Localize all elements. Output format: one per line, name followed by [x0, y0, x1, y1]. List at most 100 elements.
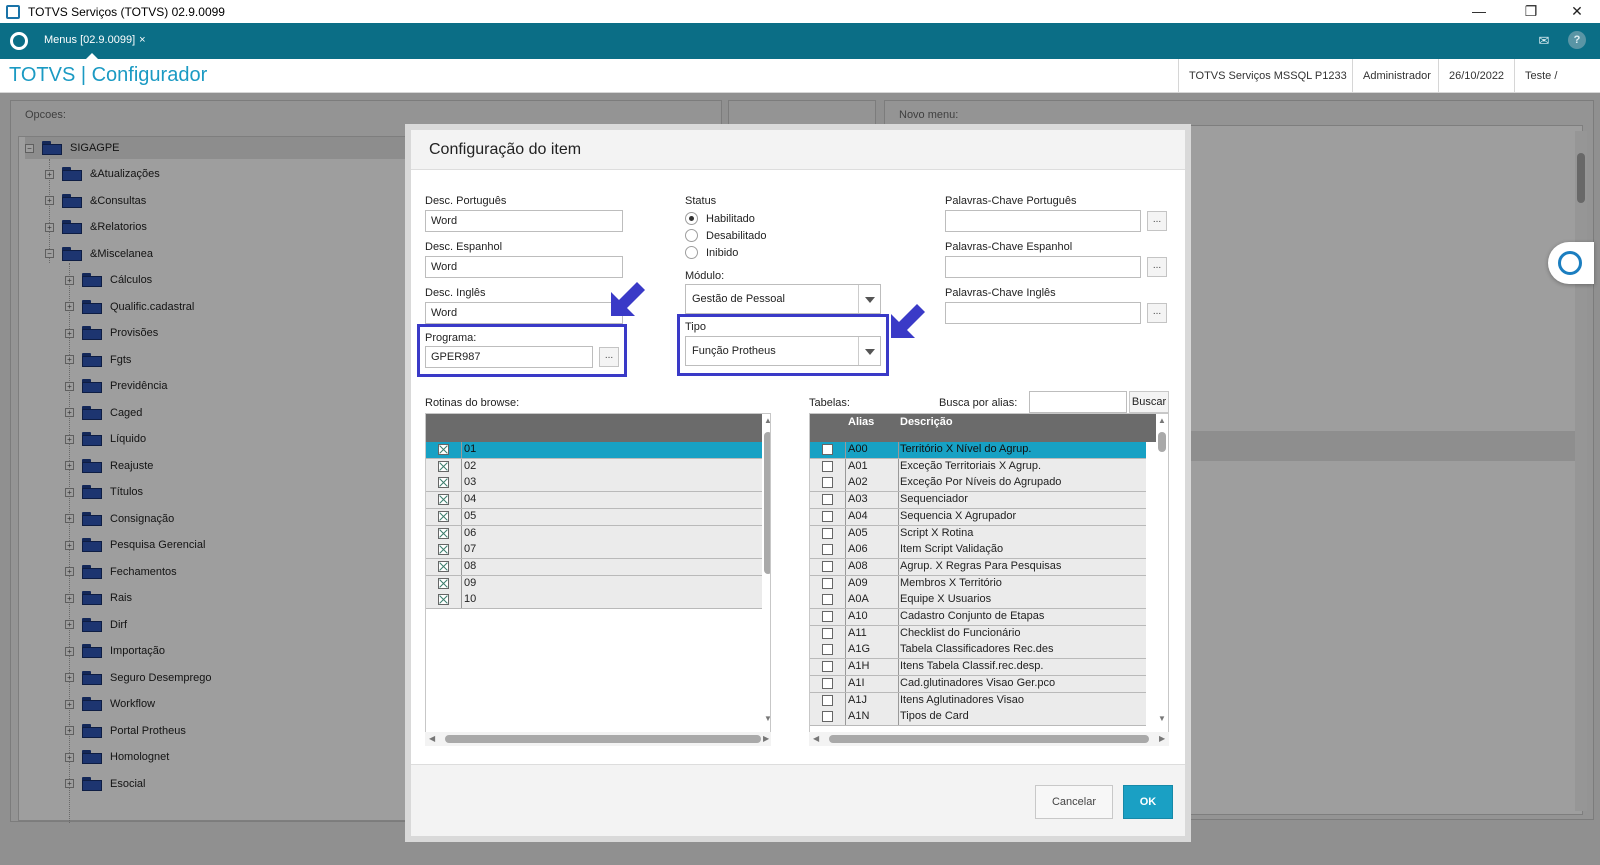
- tabela-row[interactable]: A06 Item Script Validação: [810, 542, 1146, 560]
- rotina-row[interactable]: 10: [426, 592, 762, 610]
- rotina-row[interactable]: 05: [426, 508, 762, 526]
- cancel-button[interactable]: Cancelar: [1035, 785, 1113, 819]
- kw-es-input[interactable]: [945, 256, 1141, 278]
- rotina-row[interactable]: 07: [426, 542, 762, 560]
- kw-pt-lookup-button[interactable]: ...: [1147, 211, 1167, 231]
- chevron-down-icon[interactable]: [858, 285, 880, 313]
- tabela-row[interactable]: A09 Membros X Território: [810, 575, 1146, 593]
- checkbox[interactable]: [822, 677, 833, 689]
- checkbox[interactable]: [438, 560, 449, 572]
- checkbox[interactable]: [438, 577, 449, 589]
- checkbox[interactable]: [822, 477, 833, 489]
- tabela-row[interactable]: A11 Checklist do Funcionário: [810, 625, 1146, 643]
- kw-es-lookup-button[interactable]: ...: [1147, 257, 1167, 277]
- help-icon[interactable]: ?: [1568, 31, 1586, 49]
- scroll-down-icon[interactable]: ▼: [764, 714, 770, 723]
- tabela-row[interactable]: A1G Tabela Classificadores Rec.des: [810, 642, 1146, 660]
- checkbox[interactable]: [822, 544, 833, 556]
- modulo-select[interactable]: Gestão de Pessoal: [685, 284, 881, 314]
- kw-pt-input[interactable]: [945, 210, 1141, 232]
- scrollbar-thumb[interactable]: [445, 735, 761, 743]
- checkbox[interactable]: [822, 644, 833, 656]
- checkbox[interactable]: [822, 694, 833, 706]
- checkbox[interactable]: [822, 460, 833, 472]
- busca-alias-input[interactable]: [1029, 391, 1127, 413]
- tabela-row[interactable]: A05 Script X Rotina: [810, 525, 1146, 543]
- scrollbar-thumb[interactable]: [1158, 432, 1166, 452]
- scroll-left-icon[interactable]: ◀: [813, 734, 819, 743]
- tabela-row[interactable]: A1I Cad.glutinadores Visao Ger.pco: [810, 675, 1146, 693]
- checkbox[interactable]: [822, 661, 833, 673]
- checkbox[interactable]: [438, 527, 449, 539]
- checkbox[interactable]: [438, 544, 449, 556]
- scroll-right-icon[interactable]: ▶: [1159, 734, 1165, 743]
- tabela-row[interactable]: A08 Agrup. X Regras Para Pesquisas: [810, 558, 1146, 576]
- tabelas-vscroll[interactable]: ▲ ▼: [1156, 414, 1168, 738]
- checkbox[interactable]: [822, 494, 833, 506]
- checkbox[interactable]: [822, 627, 833, 639]
- kw-en-lookup-button[interactable]: ...: [1147, 303, 1167, 323]
- scroll-right-icon[interactable]: ▶: [763, 734, 769, 743]
- desc-pt-input[interactable]: Word: [425, 210, 623, 232]
- checkbox[interactable]: [438, 594, 449, 606]
- rotina-row[interactable]: 04: [426, 492, 762, 510]
- checkbox[interactable]: [438, 494, 449, 506]
- rotinas-vscroll[interactable]: ▲ ▼: [762, 414, 770, 738]
- tabelas-hscroll[interactable]: ◀ ▶: [809, 732, 1169, 746]
- minimize-button[interactable]: —: [1456, 0, 1502, 23]
- kw-en-input[interactable]: [945, 302, 1141, 324]
- tabela-row[interactable]: A1H Itens Tabela Classif.rec.desp.: [810, 659, 1146, 677]
- checkbox[interactable]: [822, 510, 833, 522]
- tabela-row[interactable]: A04 Sequencia X Agrupador: [810, 508, 1146, 526]
- tabela-row[interactable]: A10 Cadastro Conjunto de Etapas: [810, 609, 1146, 626]
- checkbox[interactable]: [438, 510, 449, 522]
- status-radio-desabilitado[interactable]: Desabilitado: [685, 229, 767, 242]
- checkbox[interactable]: [822, 711, 833, 723]
- status-radio-inibido[interactable]: Inibido: [685, 246, 738, 259]
- alias-column-header[interactable]: Alias: [848, 416, 874, 428]
- tabela-row[interactable]: A03 Sequenciador: [810, 492, 1146, 510]
- scrollbar-thumb[interactable]: [764, 432, 770, 574]
- rotinas-grid[interactable]: 01 02 03 04 05 06 07 08 09 10 ▲ ▼: [425, 413, 771, 739]
- buscar-button[interactable]: Buscar: [1129, 391, 1169, 413]
- close-window-button[interactable]: ✕: [1554, 0, 1600, 23]
- scroll-down-icon[interactable]: ▼: [1158, 714, 1166, 723]
- checkbox[interactable]: [822, 527, 833, 539]
- checkbox[interactable]: [438, 460, 449, 472]
- tabela-row[interactable]: A1N Tipos de Card: [810, 709, 1146, 727]
- checkbox[interactable]: [822, 594, 833, 606]
- scrollbar-thumb[interactable]: [829, 735, 1149, 743]
- ok-button[interactable]: OK: [1123, 785, 1173, 819]
- maximize-button[interactable]: ❐: [1508, 0, 1554, 23]
- checkbox[interactable]: [822, 560, 833, 572]
- rotina-row[interactable]: 06: [426, 525, 762, 543]
- rotinas-hscroll[interactable]: ◀ ▶: [425, 732, 771, 746]
- tabelas-grid[interactable]: Alias Descrição A00 Território X Nível do…: [809, 413, 1169, 739]
- envelope-icon[interactable]: ✉: [1534, 31, 1554, 51]
- checkbox[interactable]: [438, 477, 449, 489]
- tab-close-icon[interactable]: ×: [139, 34, 145, 46]
- checkbox[interactable]: [438, 444, 449, 455]
- rotina-row[interactable]: 09: [426, 575, 762, 593]
- checkbox[interactable]: [822, 444, 833, 455]
- checkbox[interactable]: [822, 577, 833, 589]
- descricao-column-header[interactable]: Descrição: [900, 416, 953, 428]
- rotina-row[interactable]: 08: [426, 558, 762, 576]
- status-radio-habilitado[interactable]: Habilitado: [685, 212, 755, 225]
- rotina-row[interactable]: 03: [426, 475, 762, 493]
- tabela-row[interactable]: A1J Itens Aglutinadores Visao: [810, 692, 1146, 710]
- tabela-row[interactable]: A0A Equipe X Usuarios: [810, 592, 1146, 610]
- totvs-logo-icon[interactable]: [10, 32, 28, 50]
- rotina-row[interactable]: 02: [426, 458, 762, 476]
- tabela-row[interactable]: A01 Exceção Territoriais X Agrup.: [810, 458, 1146, 476]
- desc-en-input[interactable]: Word: [425, 302, 623, 324]
- desc-es-input[interactable]: Word: [425, 256, 623, 278]
- chat-assistant-button[interactable]: [1548, 242, 1594, 284]
- scroll-up-icon[interactable]: ▲: [764, 416, 770, 425]
- tabela-row[interactable]: A00 Território X Nível do Agrup.: [810, 442, 1146, 459]
- tabela-row[interactable]: A02 Exceção Por Níveis do Agrupado: [810, 475, 1146, 493]
- scroll-left-icon[interactable]: ◀: [429, 734, 435, 743]
- scroll-up-icon[interactable]: ▲: [1158, 416, 1166, 425]
- checkbox[interactable]: [822, 611, 833, 622]
- rotina-row[interactable]: 01: [426, 442, 762, 459]
